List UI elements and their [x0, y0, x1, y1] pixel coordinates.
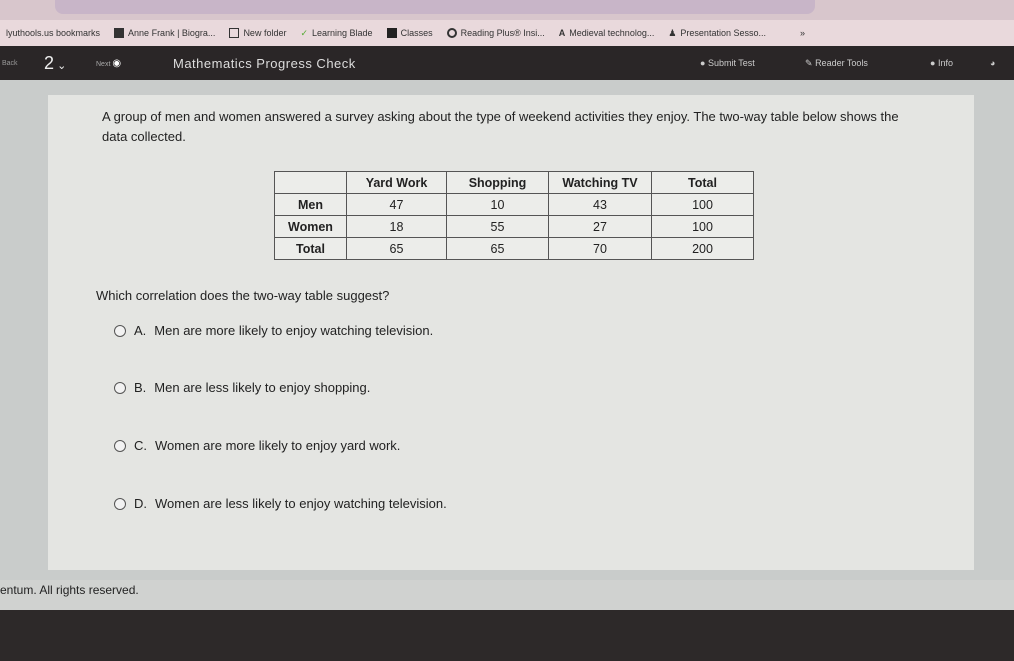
page-title: Mathematics Progress Check — [173, 55, 356, 71]
bookmarks-bar: lyuthools.us bookmarks Anne Frank | Biog… — [0, 20, 1014, 46]
bottom-bar — [0, 610, 1014, 661]
info-button[interactable]: ● Info — [930, 58, 953, 68]
table-row: Total 65 65 70 200 — [274, 237, 754, 260]
cell: 55 — [446, 215, 549, 238]
submit-test-button[interactable]: ● Submit Test — [700, 58, 755, 68]
cell: 10 — [446, 193, 549, 216]
next-icon: ◉ — [112, 57, 122, 69]
radio-button[interactable] — [114, 324, 126, 337]
wrench-icon: ✎ — [805, 57, 813, 68]
back-button[interactable]: Back — [2, 60, 18, 67]
cell: 65 — [346, 237, 447, 260]
table-row: Women 18 55 27 100 — [274, 215, 754, 238]
question-selector[interactable]: 2 ⌄ — [44, 53, 66, 74]
bookmark[interactable]: New folder — [229, 28, 286, 39]
table-row: Men 47 10 43 100 — [274, 193, 754, 216]
check-circle-icon: ● — [700, 58, 706, 68]
header-cell: Yard Work — [346, 171, 447, 194]
bookmark[interactable]: ♟ Presentation Sesso... — [668, 28, 766, 39]
bookmark[interactable]: ✓ Learning Blade — [300, 28, 372, 39]
option-b[interactable]: B. Men are less likely to enjoy shopping. — [114, 380, 370, 395]
bookmark[interactable]: lyuthools.us bookmarks — [6, 28, 100, 38]
radio-button[interactable] — [114, 381, 126, 394]
folder-icon — [229, 28, 240, 39]
presentation-icon: ♟ — [668, 28, 677, 39]
cell: 100 — [651, 215, 754, 238]
two-way-table: Yard Work Shopping Watching TV Total Men… — [274, 171, 754, 260]
question-prompt: Which correlation does the two-way table… — [96, 288, 390, 303]
classes-icon — [386, 28, 397, 39]
more-bookmarks[interactable]: » — [800, 28, 805, 38]
footer: entum. All rights reserved. — [0, 580, 1014, 610]
bookmark[interactable]: Anne Frank | Biogra... — [114, 28, 215, 39]
bookmark[interactable]: Classes — [386, 28, 433, 39]
cell: 18 — [346, 215, 447, 238]
bookmark-icon — [114, 28, 125, 39]
app-header: Back 2 ⌄ Next ◉ Mathematics Progress Che… — [0, 46, 1014, 80]
option-c[interactable]: C. Women are more likely to enjoy yard wo… — [114, 438, 400, 453]
header-cell — [274, 171, 347, 194]
reader-tools-button[interactable]: ✎ Reader Tools — [805, 58, 868, 69]
next-button[interactable]: Next ◉ — [96, 58, 121, 69]
bookmark[interactable]: Reading Plus® Insi... — [446, 28, 545, 39]
cell: 70 — [548, 237, 652, 260]
bookmark[interactable]: A Medieval technolog... — [559, 28, 655, 39]
info-icon: ● — [930, 58, 936, 68]
table-header-row: Yard Work Shopping Watching TV Total — [274, 171, 754, 194]
header-cell: Shopping — [446, 171, 549, 194]
radio-button[interactable] — [114, 439, 126, 452]
cell: 43 — [548, 193, 652, 216]
a-icon: A — [558, 28, 566, 39]
settings-icon[interactable]: ◕ — [990, 58, 995, 68]
cell: 47 — [346, 193, 447, 216]
question-text: A group of men and women answered a surv… — [102, 109, 899, 144]
row-header: Men — [274, 193, 347, 216]
row-header: Women — [274, 215, 347, 238]
radio-button[interactable] — [114, 497, 126, 510]
cell: 100 — [651, 193, 754, 216]
reading-plus-icon — [446, 28, 457, 39]
browser-top — [0, 0, 1014, 20]
header-cell: Total — [651, 171, 754, 194]
header-cell: Watching TV — [548, 171, 652, 194]
option-d[interactable]: D. Women are less likely to enjoy watchin… — [114, 496, 447, 511]
address-bar[interactable] — [55, 0, 815, 14]
cell: 200 — [651, 237, 754, 260]
row-header: Total — [274, 237, 347, 260]
checkmark-icon: ✓ — [300, 28, 309, 39]
cell: 27 — [548, 215, 652, 238]
option-a[interactable]: A. Men are more likely to enjoy watching … — [114, 323, 433, 338]
copyright: entum. All rights reserved. — [0, 583, 139, 597]
chevron-down-icon: ⌄ — [54, 59, 67, 72]
cell: 65 — [446, 237, 549, 260]
